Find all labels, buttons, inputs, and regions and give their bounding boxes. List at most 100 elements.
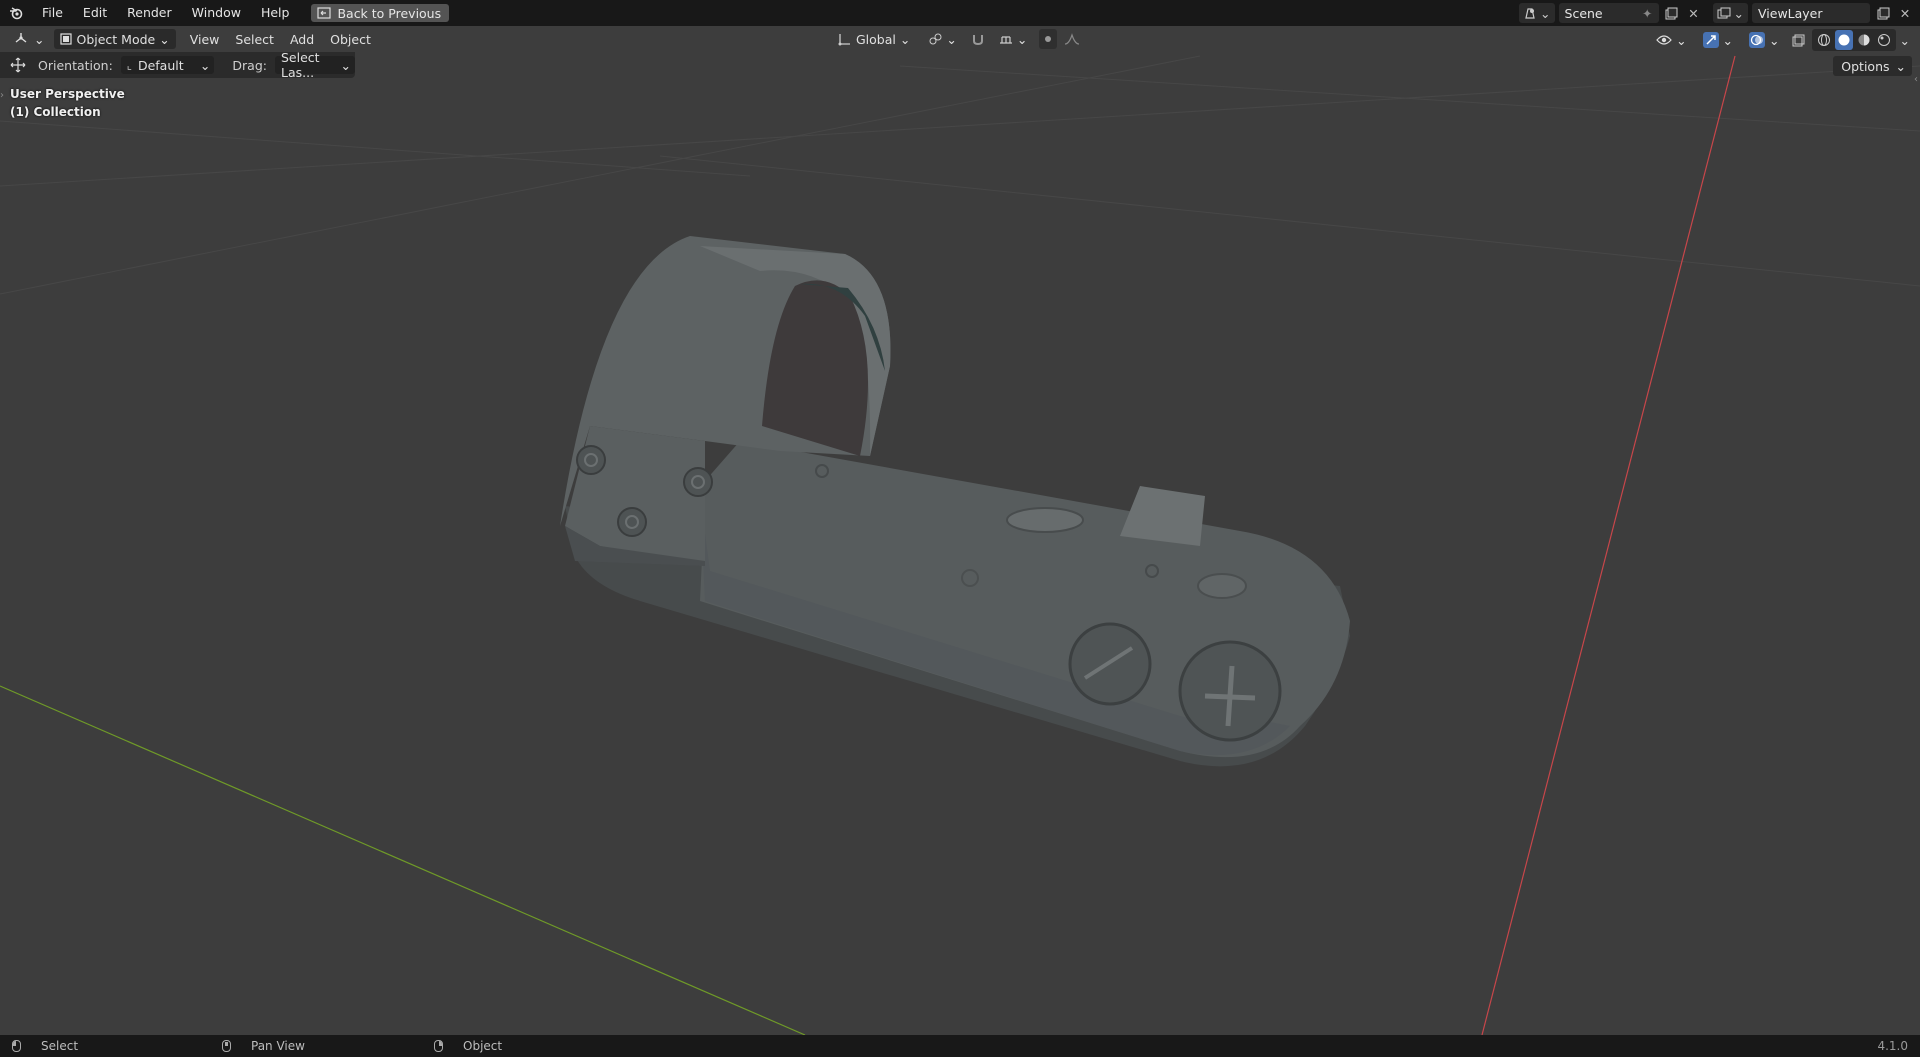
chevron-down-icon: ⌄	[340, 57, 351, 73]
menu-render[interactable]: Render	[117, 0, 182, 26]
status-object-label: Object	[463, 1039, 503, 1053]
menu-object[interactable]: Object	[322, 32, 379, 47]
mouse-right-icon	[434, 1040, 443, 1052]
back-to-previous-label: Back to Previous	[337, 5, 442, 21]
pivot-point-selector[interactable]: ⌄	[922, 29, 962, 49]
menu-file[interactable]: File	[32, 0, 73, 26]
orientation-dropdown[interactable]: ⌞ Default ⌄	[120, 56, 215, 74]
scene-icon	[1523, 6, 1537, 20]
pivot-icon	[928, 32, 942, 46]
chevron-down-icon: ⌄	[1540, 5, 1551, 21]
snap-toggle-icon[interactable]	[969, 29, 987, 49]
visibility-selector[interactable]: ⌄	[1650, 30, 1692, 50]
menu-view[interactable]: View	[182, 32, 228, 47]
options-button[interactable]: Options ⌄	[1833, 56, 1912, 76]
new-view-layer-icon[interactable]	[1874, 3, 1892, 23]
status-pan-label: Pan View	[251, 1039, 305, 1053]
falloff-curve-icon[interactable]	[1063, 29, 1081, 49]
chevron-down-icon: ⌄	[159, 31, 170, 47]
delete-view-layer-icon[interactable]: ✕	[1896, 3, 1914, 23]
scene-name: Scene	[1564, 5, 1603, 21]
tool-settings-header: Orientation: ⌞ Default ⌄ Drag: Select La…	[0, 50, 355, 80]
snap-target-selector[interactable]: ⌄	[993, 29, 1033, 49]
delete-scene-icon[interactable]: ✕	[1685, 3, 1703, 23]
material-preview-shading-icon[interactable]	[1855, 30, 1873, 50]
status-pan-hint: Pan View	[222, 1039, 305, 1053]
pin-icon[interactable]: ✦	[1642, 6, 1652, 21]
menu-edit[interactable]: Edit	[73, 0, 117, 26]
red-dot-sight-model[interactable]	[560, 236, 1350, 767]
drag-label: Drag:	[232, 57, 267, 73]
eye-icon	[1656, 34, 1672, 46]
3d-viewport-editor-icon	[14, 32, 30, 46]
scene-selector[interactable]: ⌄	[1519, 3, 1555, 23]
mouse-middle-icon	[222, 1040, 231, 1052]
view-layer-selector[interactable]: ⌄	[1712, 3, 1748, 23]
overlays-icon	[1749, 32, 1766, 48]
menu-help[interactable]: Help	[251, 0, 300, 26]
status-object-hint: Object	[434, 1039, 502, 1053]
orientation-gizmo-icon	[838, 32, 852, 46]
rendered-shading-icon[interactable]	[1875, 30, 1893, 50]
chevron-down-icon: ⌄	[1895, 58, 1906, 74]
center-tools: Global ⌄ ⌄ ⌄	[832, 29, 1081, 49]
solid-shading-icon[interactable]	[1834, 30, 1853, 50]
chevron-down-icon: ⌄	[199, 57, 211, 73]
proportional-editing-icon[interactable]	[1039, 29, 1058, 49]
object-mode-icon	[60, 33, 73, 45]
editor-type-selector[interactable]: ⌄	[8, 29, 50, 49]
options-label: Options	[1841, 58, 1890, 74]
floor-grid	[0, 55, 1920, 295]
perspective-label: User Perspective	[10, 87, 125, 101]
transform-orientation-selector[interactable]: Global ⌄	[832, 29, 916, 49]
viewport-scene[interactable]	[0, 26, 1920, 1035]
snap-increment-icon	[999, 33, 1013, 45]
menu-select[interactable]: Select	[227, 32, 282, 47]
mode-selector[interactable]: Object Mode ⌄	[54, 29, 176, 49]
toolbar-expand-icon[interactable]: ›	[0, 90, 4, 101]
x-axis-line	[1481, 55, 1736, 1035]
xray-toggle-icon[interactable]	[1790, 30, 1808, 50]
orientation-gizmo-icon: ⌞	[126, 58, 132, 72]
chevron-down-icon: ⌄	[946, 31, 957, 47]
status-bar: Select Pan View Object 4.1.0	[0, 1035, 1920, 1057]
overlays-toggle[interactable]: ⌄	[1743, 30, 1785, 50]
collection-label: (1) Collection	[10, 105, 101, 119]
drag-dropdown[interactable]: Select Las... ⌄	[274, 50, 355, 80]
status-select-label: Select	[41, 1039, 79, 1053]
gizmo-icon	[1702, 32, 1719, 48]
wireframe-shading-icon[interactable]	[1815, 30, 1833, 50]
sidebar-expand-icon[interactable]: ‹	[1914, 74, 1918, 85]
mode-label: Object Mode	[76, 31, 156, 47]
screen-back-icon	[317, 7, 332, 19]
chevron-down-icon: ⌄	[1016, 31, 1028, 47]
version-label: 4.1.0	[1877, 1039, 1908, 1053]
chevron-down-icon[interactable]: ⌄	[1900, 33, 1910, 48]
y-axis-line	[0, 685, 806, 1035]
blender-logo-icon[interactable]	[8, 5, 24, 21]
scene-name-field[interactable]: Scene ✦	[1558, 3, 1659, 23]
chevron-down-icon: ⌄	[1769, 32, 1780, 48]
chevron-down-icon: ⌄	[1676, 32, 1687, 48]
view-layer-name-field[interactable]: ViewLayer	[1752, 3, 1870, 23]
back-to-previous-button[interactable]: Back to Previous	[311, 4, 450, 22]
chevron-down-icon: ⌄	[34, 31, 45, 47]
orientation-label: Orientation:	[38, 57, 113, 73]
chevron-down-icon: ⌄	[1733, 5, 1744, 21]
gizmo-toggle[interactable]: ⌄	[1697, 30, 1739, 50]
menu-add[interactable]: Add	[282, 32, 322, 47]
3d-viewport[interactable]: ⌄ Object Mode ⌄ View Select Add Object G…	[0, 26, 1920, 1035]
mouse-left-icon	[12, 1040, 21, 1052]
orientation-value: Default	[137, 57, 184, 73]
orientation-label: Global	[856, 31, 896, 47]
top-bar: File Edit Render Window Help Back to Pre…	[0, 0, 1920, 26]
move-tool-icon[interactable]	[10, 57, 26, 73]
chevron-down-icon: ⌄	[1722, 32, 1734, 48]
drag-value: Select Las...	[280, 50, 320, 80]
shading-mode-group	[1811, 29, 1896, 51]
menu-window[interactable]: Window	[182, 0, 251, 26]
view-layer-icon	[1717, 6, 1731, 20]
viewport-header: ⌄ Object Mode ⌄ View Select Add Object G…	[0, 26, 1920, 52]
status-select-hint: Select	[12, 1039, 78, 1053]
new-scene-icon[interactable]	[1663, 3, 1681, 23]
